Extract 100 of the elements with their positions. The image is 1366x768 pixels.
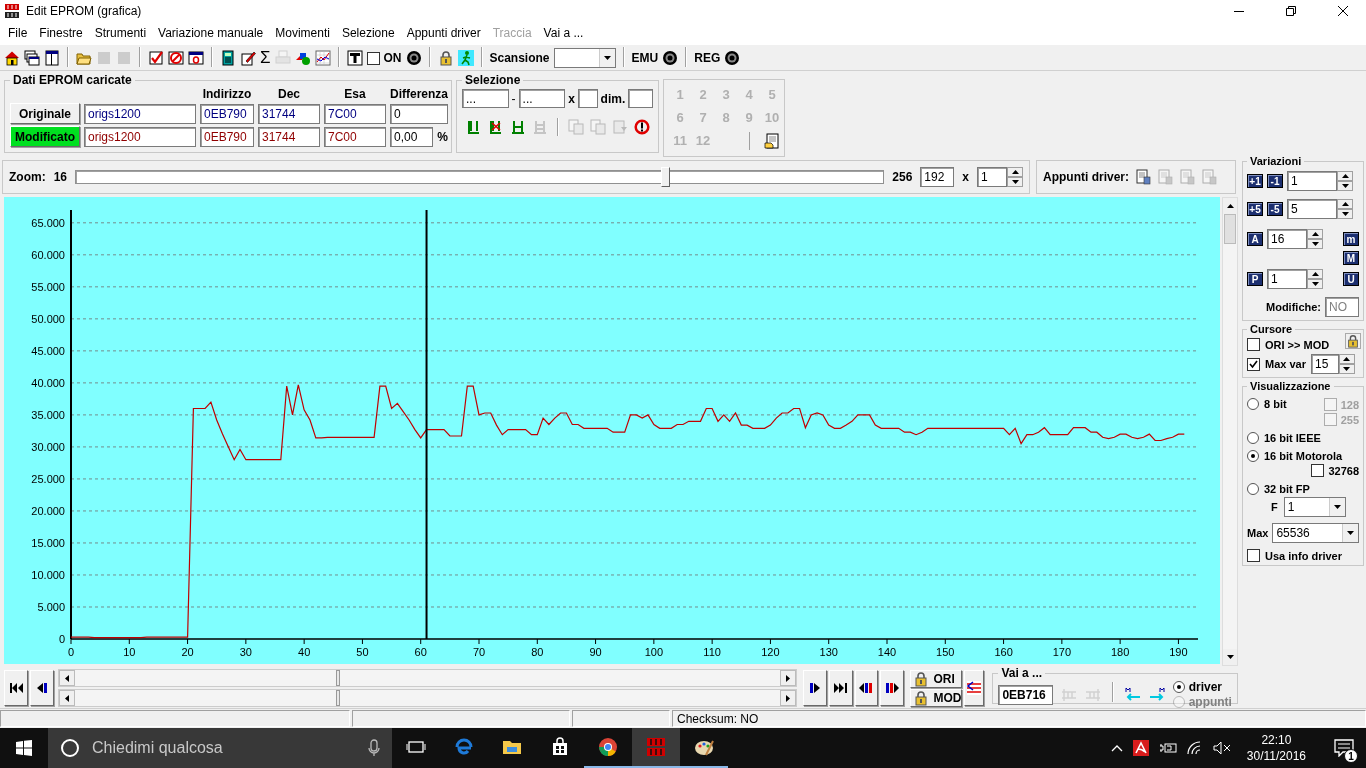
input-field[interactable]: ... <box>518 89 566 108</box>
checkbox[interactable] <box>1311 464 1325 477</box>
radio-label[interactable]: driver <box>1188 680 1222 694</box>
checkbox[interactable] <box>1247 338 1260 351</box>
mark-clear-icon[interactable] <box>488 119 504 135</box>
caret-down-icon[interactable] <box>603 56 611 60</box>
input-field[interactable]: 1 <box>1267 269 1307 289</box>
circle-icon[interactable] <box>60 738 80 758</box>
menu-item[interactable]: Vai a ... <box>537 26 590 40</box>
spin-buttons[interactable] <box>1307 229 1323 249</box>
input-field[interactable]: 0EB790 <box>200 103 254 124</box>
spin-buttons[interactable] <box>1337 199 1353 219</box>
scrollbar-thumb[interactable] <box>335 670 340 686</box>
menu-item[interactable]: File <box>2 26 34 40</box>
caret-down-icon[interactable] <box>1333 505 1341 509</box>
menu-item[interactable]: Finestre <box>33 26 89 40</box>
caret-left-icon[interactable] <box>64 694 69 702</box>
target-icon[interactable] <box>662 50 679 66</box>
menu-item[interactable]: Selezione <box>335 26 401 40</box>
row-button[interactable]: Originale <box>10 103 80 124</box>
horizontal-scrollbar[interactable] <box>57 669 797 687</box>
runner-icon[interactable] <box>457 50 474 66</box>
checkbox[interactable] <box>1247 549 1260 562</box>
caret-left-icon[interactable] <box>64 674 69 682</box>
nav-button[interactable] <box>880 670 905 706</box>
shapes-icon[interactable] <box>294 50 311 66</box>
key-button[interactable]: U <box>1343 272 1359 286</box>
mark-icon[interactable] <box>466 119 482 135</box>
caret-right-icon[interactable] <box>785 694 790 702</box>
input-field[interactable]: NO <box>1325 297 1359 317</box>
radio-button[interactable] <box>1172 681 1185 693</box>
menu-item[interactable]: Movimenti <box>269 26 336 40</box>
input-field[interactable]: 0EB790 <box>200 126 254 147</box>
nav-button[interactable] <box>802 670 827 706</box>
key-button[interactable]: +1 <box>1247 174 1263 188</box>
microphone-icon[interactable] <box>368 739 380 757</box>
document-icon[interactable] <box>1135 169 1151 185</box>
caret-up-icon[interactable] <box>1011 170 1019 174</box>
checkbox-label[interactable]: Usa info driver <box>1265 549 1343 562</box>
spin-buttons[interactable] <box>1337 171 1353 191</box>
row-button[interactable]: Modificato <box>10 126 80 147</box>
input-field[interactable]: 192 <box>920 167 955 187</box>
checkbox-label[interactable]: ON <box>383 51 402 65</box>
menu-item[interactable]: Appunti driver <box>400 26 487 40</box>
vertical-scrollbar[interactable] <box>1222 197 1238 666</box>
start-icon[interactable] <box>16 740 32 756</box>
caret-up-icon[interactable] <box>1226 204 1234 208</box>
clock-date[interactable]: 30/11/2016 <box>1246 748 1306 764</box>
checkmark-icon[interactable] <box>148 50 164 66</box>
lock-icon[interactable] <box>437 50 454 66</box>
horizontal-scrollbar[interactable] <box>57 689 797 707</box>
caret-down-icon[interactable] <box>1311 242 1319 246</box>
chart-icon[interactable] <box>314 50 331 66</box>
radio-label[interactable]: 8 bit <box>1264 398 1287 410</box>
radio-button[interactable] <box>1247 432 1259 444</box>
radio-button[interactable] <box>1247 483 1259 495</box>
app-icon[interactable] <box>646 737 666 757</box>
clipboard-icon[interactable] <box>764 132 780 149</box>
scan-dropdown[interactable] <box>553 48 616 68</box>
key-button[interactable]: M <box>1343 251 1359 265</box>
checkbox[interactable] <box>1247 357 1260 371</box>
radio-label[interactable]: 16 bit IEEE <box>1264 432 1321 444</box>
slider-thumb[interactable] <box>661 167 671 187</box>
windows-icon[interactable] <box>24 50 40 66</box>
input-field[interactable]: 5 <box>1287 199 1337 219</box>
key-button[interactable]: A <box>1247 232 1263 246</box>
alert-icon[interactable] <box>634 119 650 135</box>
input-field[interactable]: ... <box>462 89 509 108</box>
clock-time[interactable]: 22:10 <box>1261 732 1292 748</box>
input-field[interactable] <box>577 89 598 108</box>
key-button[interactable]: P <box>1247 272 1263 286</box>
input-field[interactable]: 1 <box>977 167 1007 187</box>
lock-button[interactable]: ORI <box>910 669 963 688</box>
target-icon[interactable] <box>724 50 741 66</box>
calculator-icon[interactable] <box>220 50 236 66</box>
caret-up-icon[interactable] <box>1311 272 1319 276</box>
input-field[interactable]: 1 <box>1287 171 1337 191</box>
forbidden-icon[interactable] <box>168 50 184 66</box>
scrollbar-thumb[interactable] <box>335 690 340 706</box>
muted-speaker-icon[interactable] <box>1212 741 1231 755</box>
shopping-bag-icon[interactable] <box>550 737 570 757</box>
input-field[interactable]: origs1200 <box>84 103 196 124</box>
nav-button[interactable] <box>828 670 853 706</box>
checkbox-label[interactable]: Max var <box>1265 358 1306 370</box>
key-button[interactable]: -1 <box>1267 174 1283 188</box>
arrow-left-icon[interactable] <box>1124 686 1141 703</box>
radio-label[interactable]: 16 bit Motorola <box>1264 450 1343 462</box>
spin-buttons[interactable] <box>1339 354 1355 374</box>
mark-range-icon[interactable] <box>510 119 526 135</box>
input-field[interactable]: 31744 <box>258 103 320 124</box>
caret-down-icon[interactable] <box>1347 531 1354 535</box>
key-button[interactable]: -5 <box>1267 202 1283 216</box>
lock-icon[interactable] <box>1346 334 1360 348</box>
sigma-button[interactable]: Σ <box>260 50 271 66</box>
scrollbar-thumb[interactable] <box>1224 214 1236 244</box>
input-field[interactable] <box>628 89 653 108</box>
panel-icon[interactable] <box>44 50 60 66</box>
caret-up-icon[interactable] <box>1311 232 1319 236</box>
input-field[interactable]: 0 <box>390 103 448 124</box>
caret-up-icon[interactable] <box>1341 174 1349 178</box>
